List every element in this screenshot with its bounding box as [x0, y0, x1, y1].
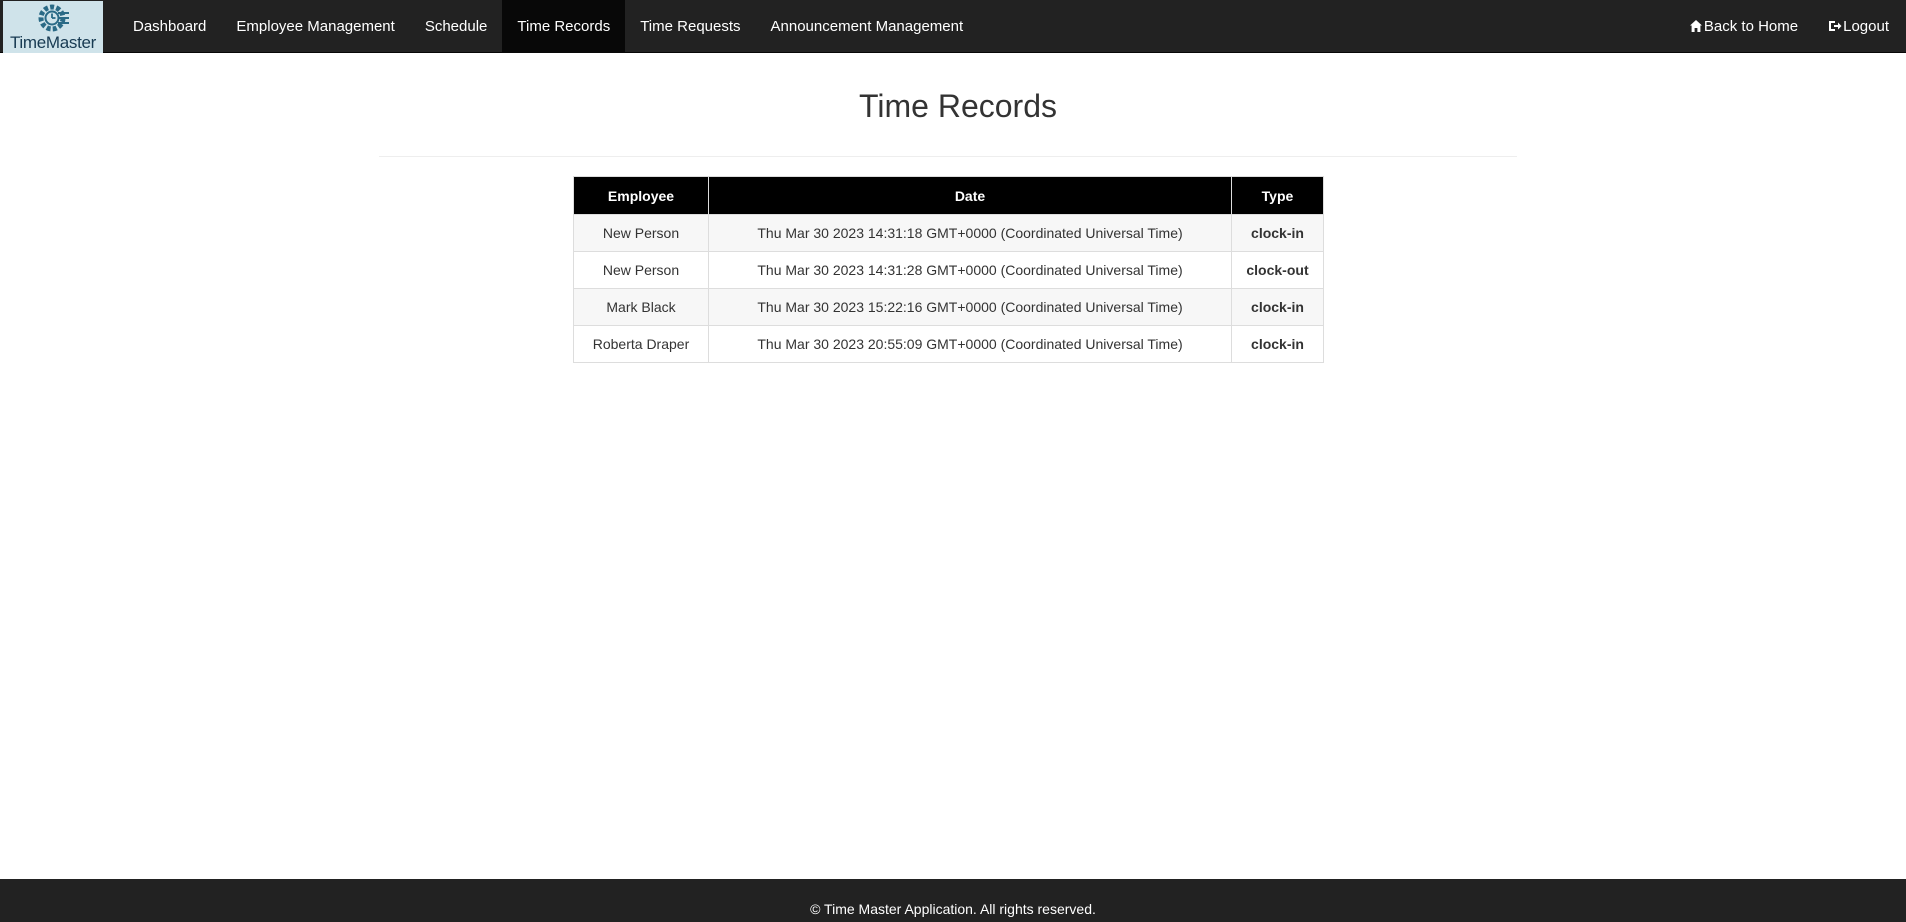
cell-type: clock-in	[1231, 325, 1324, 363]
user-menu: Back to Home Logout	[1674, 0, 1906, 52]
cell-employee: Mark Black	[573, 288, 709, 326]
table-row: New Person Thu Mar 30 2023 14:31:28 GMT+…	[573, 251, 1324, 289]
nav-time-records[interactable]: Time Records	[502, 0, 626, 52]
home-icon	[1689, 20, 1702, 32]
page-title: Time Records	[859, 88, 1057, 124]
nav-dashboard[interactable]: Dashboard	[118, 0, 221, 52]
nav-time-requests[interactable]: Time Requests	[625, 0, 755, 52]
page-footer: © Time Master Application. All rights re…	[0, 879, 1906, 922]
cell-type: clock-in	[1231, 214, 1324, 252]
logout-label: Logout	[1843, 17, 1889, 35]
nav-schedule[interactable]: Schedule	[410, 0, 503, 52]
nav-announcement-management[interactable]: Announcement Management	[756, 0, 979, 52]
cell-employee: Roberta Draper	[573, 325, 709, 363]
cell-employee: New Person	[573, 251, 709, 289]
nav-employee-management[interactable]: Employee Management	[221, 0, 409, 52]
header-date: Date	[708, 176, 1232, 215]
table-row: Mark Black Thu Mar 30 2023 15:22:16 GMT+…	[573, 288, 1324, 326]
gear-clock-icon	[38, 4, 69, 32]
header-type: Type	[1231, 176, 1324, 215]
cell-type: clock-out	[1231, 251, 1324, 289]
time-records-table: Employee Date Type New Person Thu Mar 30…	[573, 176, 1324, 363]
cell-date: Thu Mar 30 2023 15:22:16 GMT+0000 (Coord…	[708, 288, 1232, 326]
brand-logo[interactable]: TimeMaster	[3, 1, 103, 53]
cell-employee: New Person	[573, 214, 709, 252]
table-row: Roberta Draper Thu Mar 30 2023 20:55:09 …	[573, 325, 1324, 363]
back-to-home-link[interactable]: Back to Home	[1674, 0, 1813, 52]
table-row: New Person Thu Mar 30 2023 14:31:18 GMT+…	[573, 214, 1324, 252]
top-navbar: TimeMaster Dashboard Employee Management…	[0, 0, 1906, 53]
back-to-home-label: Back to Home	[1703, 17, 1799, 35]
cell-date: Thu Mar 30 2023 20:55:09 GMT+0000 (Coord…	[708, 325, 1232, 363]
title-divider	[379, 156, 1517, 157]
copyright-text: © Time Master Application. All rights re…	[810, 901, 1096, 917]
logout-link[interactable]: Logout	[1813, 0, 1904, 52]
brand-name: TimeMaster	[9, 33, 97, 52]
cell-type: clock-in	[1231, 288, 1324, 326]
main-menu: Dashboard Employee Management Schedule T…	[118, 0, 978, 52]
logout-icon	[1829, 21, 1842, 31]
cell-date: Thu Mar 30 2023 14:31:18 GMT+0000 (Coord…	[708, 214, 1232, 252]
cell-date: Thu Mar 30 2023 14:31:28 GMT+0000 (Coord…	[708, 251, 1232, 289]
header-employee: Employee	[573, 176, 709, 215]
table-header-row: Employee Date Type	[573, 176, 1324, 215]
